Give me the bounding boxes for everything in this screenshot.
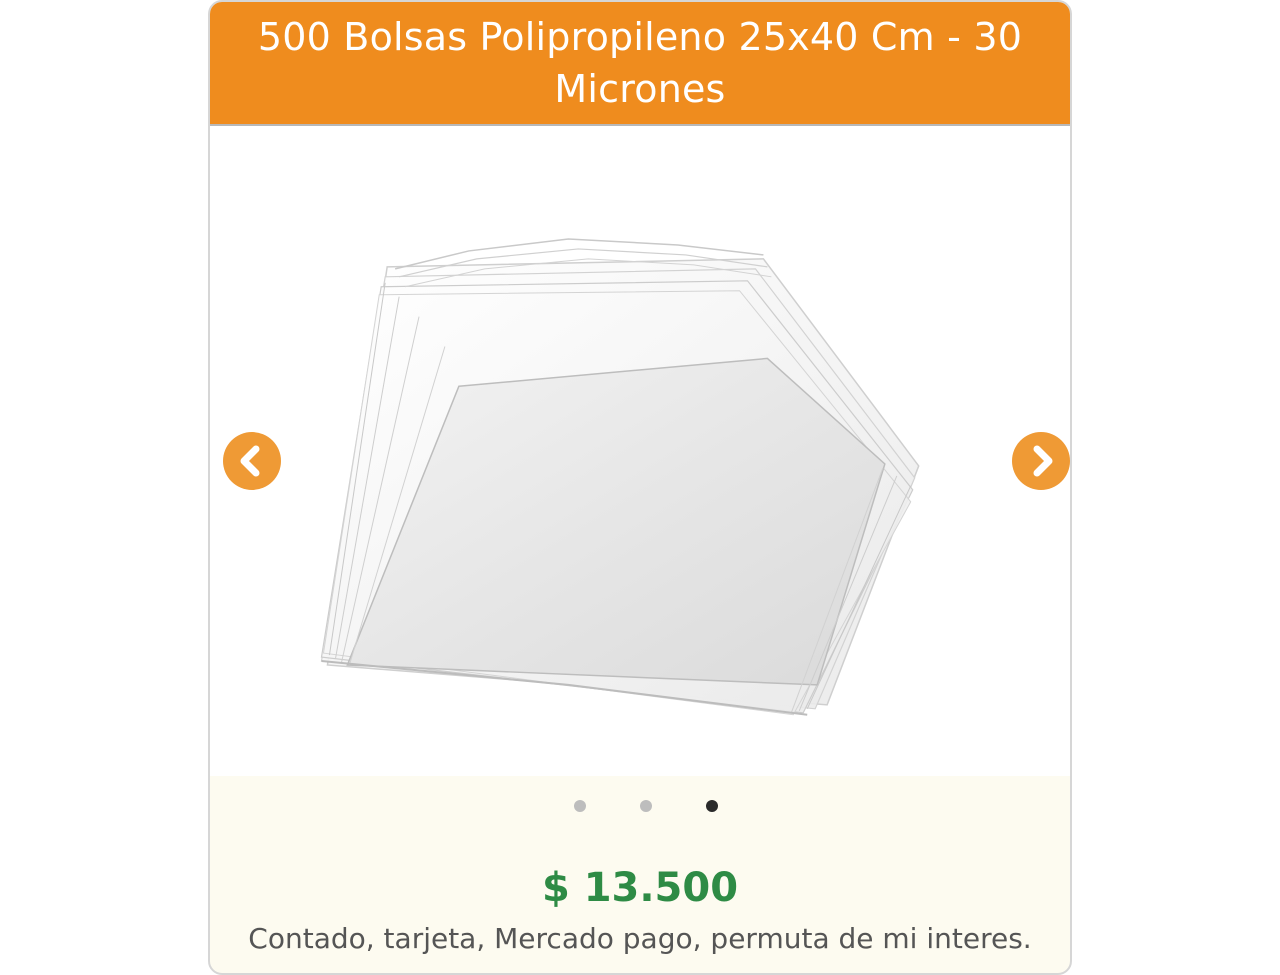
- carousel-next-button[interactable]: [1012, 432, 1070, 490]
- chevron-left-icon: [240, 445, 260, 477]
- carousel-prev-button[interactable]: [223, 432, 281, 490]
- carousel-pagination: [210, 800, 1070, 816]
- chevron-right-icon: [1033, 445, 1053, 477]
- payment-methods: Contado, tarjeta, Mercado pago, permuta …: [248, 922, 1032, 955]
- carousel-dot-3[interactable]: [706, 800, 718, 812]
- product-image: [320, 238, 920, 716]
- carousel-dot-1[interactable]: [574, 800, 586, 812]
- product-title: 500 Bolsas Polipropileno 25x40 Cm - 30 M…: [257, 15, 1023, 111]
- product-header: 500 Bolsas Polipropileno 25x40 Cm - 30 M…: [210, 2, 1070, 126]
- image-carousel[interactable]: [210, 126, 1070, 776]
- product-card: 500 Bolsas Polipropileno 25x40 Cm - 30 M…: [208, 0, 1072, 975]
- carousel-dot-2[interactable]: [640, 800, 652, 812]
- product-price: $ 13.500: [541, 865, 739, 911]
